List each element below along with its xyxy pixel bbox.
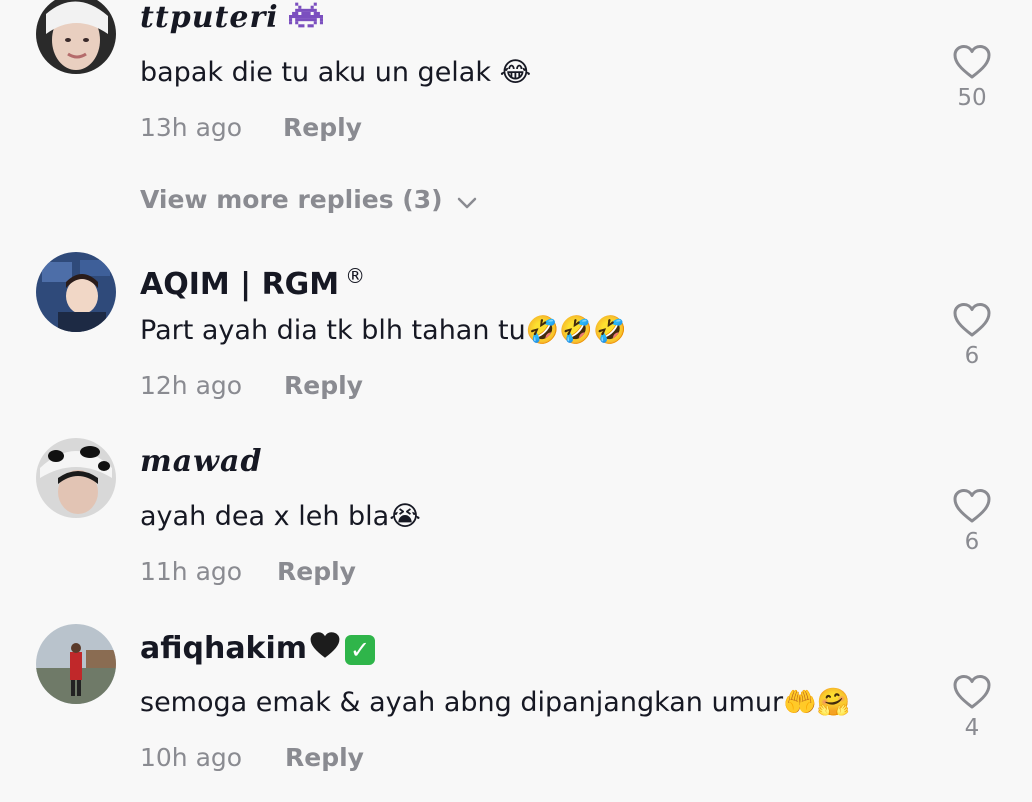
comment-timestamp: 12h ago	[140, 371, 243, 400]
like-button[interactable]: 6	[944, 302, 1000, 370]
like-button[interactable]: 50	[944, 44, 1000, 112]
view-more-replies-button[interactable]: View more replies (3)	[140, 185, 477, 216]
comment-text: semoga emak & ayah abng dipanjangkan umu…	[140, 687, 851, 718]
heart-outline-icon	[944, 674, 1000, 710]
check-mark-button-icon: ✓	[345, 634, 376, 665]
heart-outline-icon	[944, 302, 1000, 338]
username-text: afiqhakim	[140, 631, 308, 666]
like-count: 6	[964, 343, 980, 369]
username[interactable]: ttputeri	[140, 0, 323, 38]
heart-outline-icon	[944, 44, 1000, 80]
comment-text: bapak die tu aku un gelak 😂	[140, 57, 532, 88]
username-text: AQIM | RGM	[140, 267, 340, 302]
avatar[interactable]	[36, 438, 116, 518]
reply-button[interactable]: Reply	[283, 113, 362, 143]
black-heart-icon	[309, 630, 341, 669]
reply-button[interactable]: Reply	[277, 557, 356, 587]
like-count: 4	[964, 715, 980, 741]
comment-text: Part ayah dia tk blh tahan tu🤣🤣🤣	[140, 315, 627, 346]
username[interactable]: AQIM | RGM ®	[140, 258, 365, 303]
view-more-replies-label: View more replies (3)	[140, 185, 443, 214]
comment-timestamp: 11h ago	[140, 557, 243, 586]
comment-text: ayah dea x leh bla😭	[140, 501, 421, 532]
avatar[interactable]	[36, 624, 116, 704]
avatar[interactable]	[36, 0, 116, 74]
like-count: 6	[964, 529, 980, 555]
avatar[interactable]	[36, 252, 116, 332]
comment-timestamp: 10h ago	[140, 743, 243, 772]
alien-monster-icon	[288, 1, 323, 38]
username[interactable]: mawad	[140, 444, 262, 480]
heart-outline-icon	[944, 488, 1000, 524]
username-text: ttputeri	[140, 0, 279, 35]
username[interactable]: afiqhakim ✓	[140, 630, 376, 669]
like-button[interactable]: 6	[944, 488, 1000, 556]
reply-button[interactable]: Reply	[285, 743, 364, 773]
like-button[interactable]: 4	[944, 674, 1000, 742]
comment-timestamp: 13h ago	[140, 113, 243, 142]
like-count: 50	[957, 85, 987, 111]
chevron-down-icon	[457, 186, 477, 216]
reply-button[interactable]: Reply	[284, 371, 363, 401]
registered-mark: ®	[345, 264, 366, 288]
